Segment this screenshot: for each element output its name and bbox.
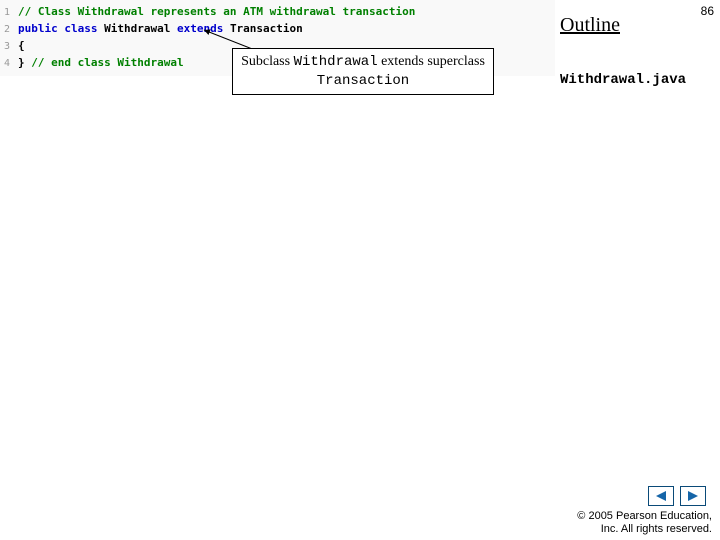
filename-label: Withdrawal.java — [560, 72, 686, 88]
nav-buttons — [648, 486, 706, 506]
code-token: // end class Withdrawal — [31, 55, 183, 71]
code-token: public class — [18, 21, 104, 37]
copyright: © 2005 Pearson Education, Inc. All right… — [577, 510, 712, 536]
triangle-right-icon — [686, 490, 700, 502]
code-token: // Class Withdrawal represents an ATM wi… — [18, 4, 415, 20]
callout-box: Subclass Withdrawal extends superclass T… — [232, 48, 494, 95]
line-number: 4 — [0, 56, 18, 72]
code-token: { — [18, 38, 25, 54]
copyright-line-1: © 2005 Pearson Education, — [577, 510, 712, 523]
code-token: Withdrawal — [104, 21, 177, 37]
next-button[interactable] — [680, 486, 706, 506]
code-line: 1// Class Withdrawal represents an ATM w… — [0, 4, 555, 21]
line-number: 1 — [0, 5, 18, 21]
prev-button[interactable] — [648, 486, 674, 506]
code-token: } — [18, 55, 31, 71]
callout-code-1: Withdrawal — [294, 54, 378, 70]
callout-code-2: Transaction — [317, 73, 409, 89]
callout-text-mid: extends superclass — [378, 54, 485, 69]
page-number: 86 — [701, 4, 714, 18]
code-line: 2public class Withdrawal extends Transac… — [0, 21, 555, 38]
line-number: 2 — [0, 22, 18, 38]
code-token: extends — [177, 21, 230, 37]
callout-text-prefix: Subclass — [241, 54, 294, 69]
triangle-left-icon — [654, 490, 668, 502]
copyright-line-2: Inc. All rights reserved. — [577, 523, 712, 536]
line-number: 3 — [0, 39, 18, 55]
code-token: Transaction — [230, 21, 303, 37]
outline-heading: Outline — [560, 14, 620, 37]
